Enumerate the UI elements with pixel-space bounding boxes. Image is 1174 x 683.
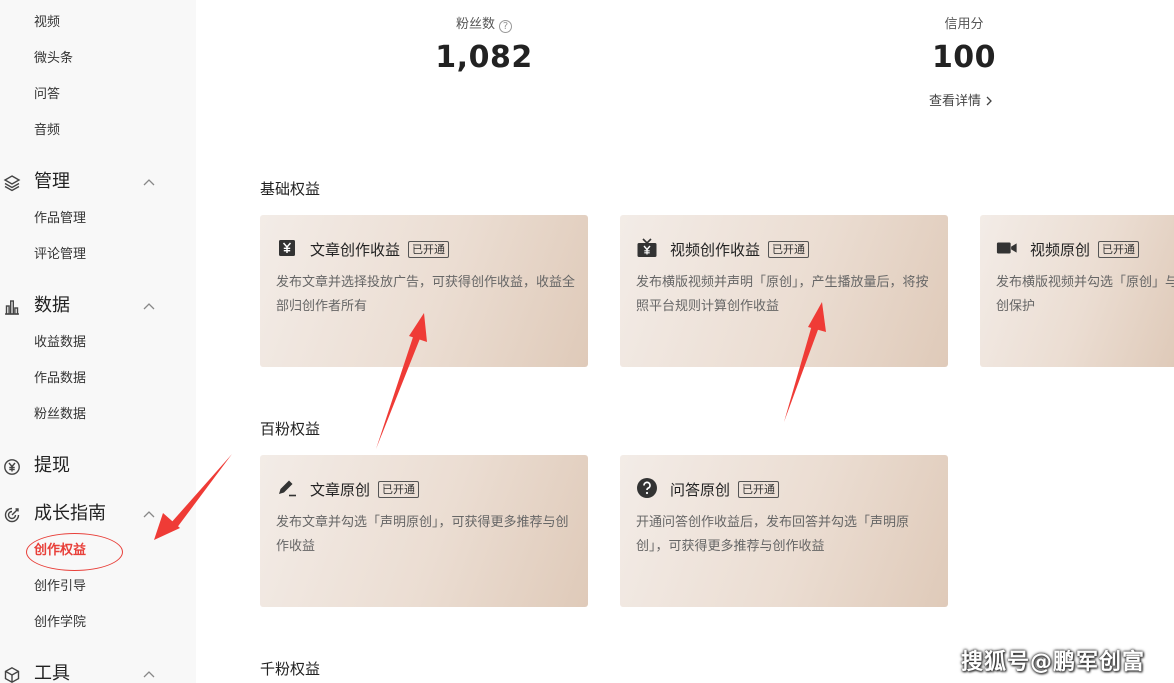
view-details-text: 查看详情 (929, 94, 982, 109)
sidebar-group-manage[interactable]: 管理 (0, 168, 196, 196)
card-title: 文章原创 已开通 (310, 479, 420, 500)
card-title: 文章创作收益 已开通 (310, 239, 450, 260)
card-title: 视频原创 已开通 (1030, 239, 1140, 260)
card-description: 发布横版视频并声明「原创」，产生播放量后，将按照平台规则计算创作收益 (636, 275, 929, 314)
fans-count-value: 1,082 (435, 40, 533, 75)
section-title-hundred-fans: 百粉权益 (260, 420, 321, 438)
card-title-text: 视频原创 (1030, 241, 1091, 259)
sidebar-group-label: 管理 (34, 171, 70, 192)
pen-icon (276, 477, 298, 499)
benefit-card-article-original[interactable]: 文章原创 已开通 发布文章并勾选「声明原创」，可获得更多推荐与创作收益 (260, 455, 588, 607)
benefit-card-video-income[interactable]: 视频创作收益 已开通 发布横版视频并声明「原创」，产生播放量后，将按照平台规则计算… (620, 215, 948, 367)
sidebar-group-label: 数据 (34, 295, 70, 316)
benefit-card-qa-original[interactable]: 问答原创 已开通 开通问答创作收益后，发布回答并勾选「声明原创」，可获得更多推荐与… (620, 455, 948, 607)
creator-benefits-page: 视频 微头条 问答 音频 管理 作品管理 评论管理 数据 收益数据 作品数据 粉… (0, 0, 1174, 683)
highlight-ellipse (26, 533, 123, 571)
chevron-up-icon (143, 511, 155, 518)
card-title-text: 视频创作收益 (670, 241, 761, 259)
sidebar-item-video[interactable]: 视频 (34, 13, 60, 33)
sidebar-item-fans-data[interactable]: 粉丝数据 (34, 405, 86, 425)
card-title-text: 文章原创 (310, 481, 371, 499)
chevron-up-icon (143, 671, 155, 678)
status-badge: 已开通 (768, 241, 810, 258)
sidebar-item-qa[interactable]: 问答 (34, 85, 60, 105)
sidebar-group-label: 工具 (34, 663, 70, 683)
tv-icon (636, 237, 658, 259)
card-title: 视频创作收益 已开通 (670, 239, 810, 260)
card-title: 问答原创 已开通 (670, 479, 780, 500)
chevron-up-icon (143, 179, 155, 186)
sidebar: 视频 微头条 问答 音频 管理 作品管理 评论管理 数据 收益数据 作品数据 粉… (0, 0, 196, 683)
fans-label-text: 粉丝数 (455, 17, 495, 32)
yen-doc-icon (276, 237, 298, 259)
layers-icon (3, 174, 21, 192)
chevron-right-icon (986, 96, 993, 106)
sidebar-item-works-manage[interactable]: 作品管理 (34, 209, 86, 229)
sidebar-group-label: 提现 (34, 455, 70, 476)
benefit-card-article-income[interactable]: 文章创作收益 已开通 发布文章并选择投放广告，可获得创作收益，收益全部归创作者所有 (260, 215, 588, 367)
credit-score-label: 信用分 (944, 17, 984, 32)
card-description: 开通问答创作收益后，发布回答并勾选「声明原创」，可获得更多推荐与创作收益 (636, 515, 910, 554)
cube-icon (3, 666, 21, 683)
sidebar-item-audio[interactable]: 音频 (34, 121, 60, 141)
sidebar-group-withdraw[interactable]: 提现 (0, 452, 196, 480)
status-badge: 已开通 (1098, 241, 1140, 258)
sidebar-group-growth[interactable]: 成长指南 (0, 500, 196, 528)
sidebar-item-micro-headline[interactable]: 微头条 (34, 49, 73, 69)
question-icon (636, 477, 658, 499)
benefit-card-video-original[interactable]: 视频原创已开通 发布横版视频并勾选「原创」与创作收益，并享受原创保护 (980, 215, 1174, 367)
help-icon[interactable]: ? (499, 20, 512, 33)
chevron-up-icon (143, 303, 155, 310)
status-badge: 已开通 (408, 241, 450, 258)
sidebar-item-income-data[interactable]: 收益数据 (34, 333, 86, 353)
watermark: 搜狐号@鹏军创富 (961, 650, 1146, 675)
status-badge: 已开通 (738, 481, 780, 498)
card-title-text: 文章创作收益 (310, 241, 401, 259)
status-badge: 已开通 (378, 481, 420, 498)
card-description: 发布文章并选择投放广告，可获得创作收益，收益全部归创作者所有 (276, 275, 576, 314)
view-details-link[interactable]: 查看详情 (929, 90, 993, 109)
yen-circle-icon (3, 458, 21, 476)
bar-chart-icon (3, 298, 21, 316)
sidebar-item-creator-academy[interactable]: 创作学院 (34, 613, 86, 633)
sidebar-item-comments-manage[interactable]: 评论管理 (34, 245, 86, 265)
sidebar-group-data[interactable]: 数据 (0, 292, 196, 320)
sidebar-item-works-data[interactable]: 作品数据 (34, 369, 86, 389)
growth-icon (3, 506, 21, 524)
sidebar-item-creator-guide[interactable]: 创作引导 (34, 577, 86, 597)
section-title-basic: 基础权益 (260, 180, 321, 198)
camera-icon (996, 237, 1018, 259)
card-description: 发布文章并勾选「声明原创」，可获得更多推荐与创作收益 (276, 515, 569, 554)
fans-count-label: 粉丝数? (424, 13, 544, 33)
card-description: 发布横版视频并勾选「原创」与创作收益，并享受原创保护 (996, 275, 1174, 314)
credit-score-value: 100 (931, 40, 997, 75)
sidebar-group-label: 成长指南 (34, 503, 106, 524)
sidebar-group-tools[interactable]: 工具 (0, 660, 196, 683)
section-title-thousand-fans: 千粉权益 (260, 660, 321, 678)
card-title-text: 问答原创 (670, 481, 731, 499)
